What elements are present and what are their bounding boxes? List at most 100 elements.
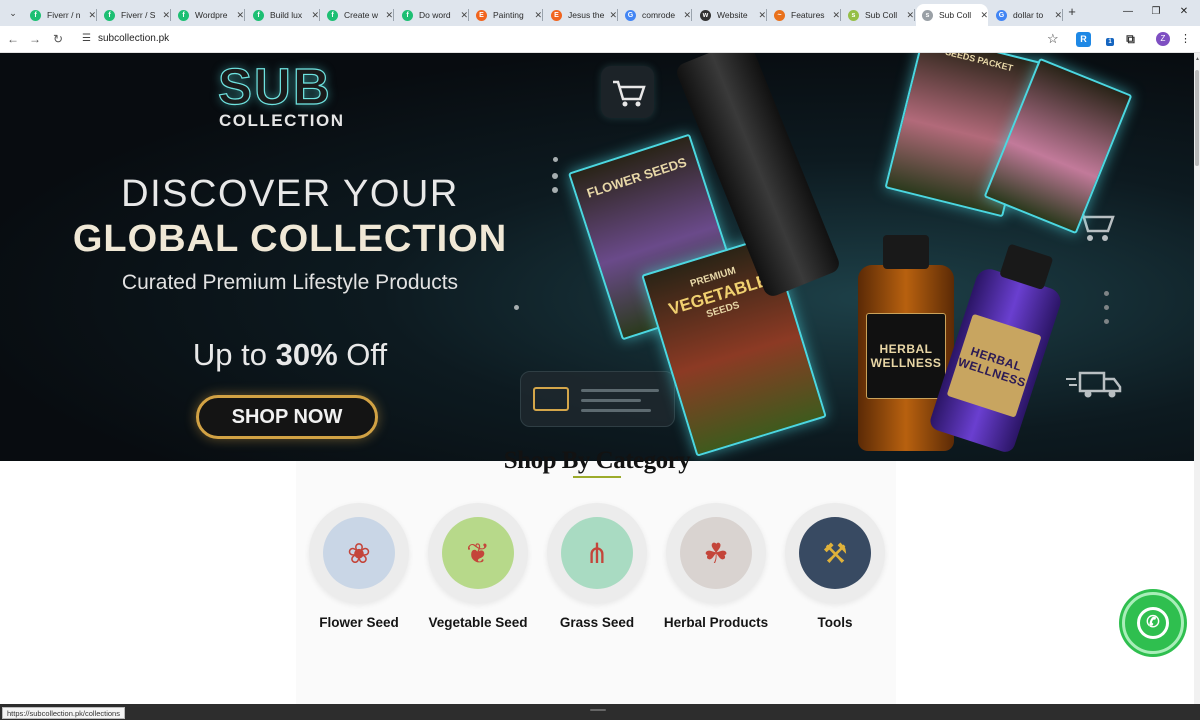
category-ring[interactable]: ❀: [309, 503, 409, 603]
logo-subtitle[interactable]: COLLECTION: [219, 111, 345, 131]
tools-icon[interactable]: ⚒: [799, 517, 871, 589]
tab-label: Create w: [344, 10, 379, 20]
tab-close-icon[interactable]: ✕: [758, 10, 766, 21]
forward-icon[interactable]: →: [26, 31, 44, 48]
tab-0[interactable]: f Fiverr / n ✕: [24, 4, 97, 26]
cart-icon: [601, 66, 654, 118]
tab-label: Sub Coll: [939, 10, 972, 20]
tab-favicon-icon: f: [327, 9, 338, 21]
category-flower-seed[interactable]: ❀ Flower Seed: [305, 503, 413, 630]
restore-icon[interactable]: ❐: [1146, 4, 1166, 20]
tab-close-icon[interactable]: ✕: [88, 10, 96, 21]
offer-prefix: Up to: [192, 337, 276, 372]
tab-8[interactable]: Gcomrode ✕: [619, 4, 692, 26]
scroll-thumb[interactable]: [1195, 70, 1199, 166]
category-ring[interactable]: ❦: [428, 503, 528, 603]
tab-2[interactable]: f Wordpre ✕: [172, 4, 245, 26]
decor-dot: [514, 305, 519, 310]
tab-close-icon[interactable]: ✕: [236, 10, 244, 21]
category-label[interactable]: Tools: [781, 615, 889, 630]
credit-card-icon: [520, 371, 675, 427]
tab-label: Website: [717, 10, 748, 20]
status-handle: [590, 709, 606, 711]
category-grass-seed[interactable]: ⋔ Grass Seed: [543, 503, 651, 630]
offer-suffix: Off: [337, 337, 388, 372]
status-bar: [0, 704, 1200, 720]
extensions-puzzle-icon[interactable]: ⧉: [1123, 32, 1138, 47]
tab-7[interactable]: E Jesus the ✕: [545, 4, 618, 26]
site-info-icon[interactable]: ☰: [82, 33, 91, 44]
category-ring[interactable]: ⚒: [785, 503, 885, 603]
tab-search-icon[interactable]: ⌄: [3, 3, 23, 23]
flower-icon[interactable]: ❀: [323, 517, 395, 589]
tab-favicon-icon: f: [104, 9, 115, 21]
category-label[interactable]: Flower Seed: [305, 615, 413, 630]
tab-close-icon[interactable]: ✕: [906, 10, 914, 21]
status-url: https://subcollection.pk/collections: [2, 707, 125, 719]
category-tools[interactable]: ⚒ Tools: [781, 503, 889, 630]
back-icon[interactable]: ←: [4, 31, 22, 48]
extension-badge-icon[interactable]: 1: [1100, 32, 1115, 47]
tab-favicon-icon: G: [625, 9, 636, 21]
tab-3[interactable]: f Build lux ✕: [247, 4, 320, 26]
logo-main[interactable]: SUB: [217, 57, 332, 116]
tab-close-icon[interactable]: ✕: [980, 10, 988, 21]
tab-close-icon[interactable]: ✕: [460, 10, 468, 21]
herbal-icon[interactable]: ☘: [680, 517, 752, 589]
category-title-underline: [573, 476, 621, 478]
offer-value: 30%: [275, 337, 338, 372]
tab-close-icon[interactable]: ✕: [832, 10, 840, 21]
tab-strip: ⌄ f Fiverr / n ✕ f Fiverr / S ✕ f Wordpre ✕ f Buil…: [0, 0, 1200, 26]
bookmark-star-icon[interactable]: ☆: [1047, 31, 1059, 47]
close-window-icon[interactable]: ✕: [1174, 4, 1194, 20]
tab-label: Do word: [419, 10, 451, 20]
tab-11[interactable]: s Sub Coll ✕: [842, 4, 915, 26]
profile-avatar[interactable]: Z: [1156, 32, 1170, 46]
tab-label: Fiverr / n: [47, 10, 81, 20]
category-label[interactable]: Vegetable Seed: [424, 615, 532, 630]
category-herbal-products[interactable]: ☘ Herbal Products: [662, 503, 770, 630]
tab-1[interactable]: f Fiverr / S ✕: [98, 4, 171, 26]
vegetable-icon[interactable]: ❦: [442, 517, 514, 589]
tab-close-icon[interactable]: ✕: [385, 10, 393, 21]
tab-close-icon[interactable]: ✕: [683, 10, 691, 21]
category-label[interactable]: Grass Seed: [543, 615, 651, 630]
scroll-up-icon[interactable]: ▲: [1195, 56, 1200, 62]
browser-menu-icon[interactable]: ⋮: [1180, 32, 1191, 45]
hero-banner[interactable]: SUB COLLECTION DISCOVER YOUR GLOBAL COLL…: [0, 53, 1194, 461]
category-vegetable-seed[interactable]: ❦ Vegetable Seed: [424, 503, 532, 630]
category-label[interactable]: Herbal Products: [662, 615, 770, 630]
tab-10[interactable]: ~ Features ✕: [768, 4, 841, 26]
category-ring[interactable]: ☘: [666, 503, 766, 603]
whatsapp-button[interactable]: ✆: [1122, 592, 1184, 654]
tab-label: Fiverr / S: [121, 10, 156, 20]
tab-close-icon[interactable]: ✕: [311, 10, 319, 21]
tab-close-icon[interactable]: ✕: [162, 10, 170, 21]
extension-r-icon[interactable]: R: [1076, 32, 1091, 47]
new-tab-icon[interactable]: +: [1064, 4, 1080, 20]
tab-favicon-icon: G: [996, 9, 1007, 21]
address-bar[interactable]: ☰ subcollection.pk ☆: [74, 29, 1068, 50]
category-ring[interactable]: ⋔: [547, 503, 647, 603]
tab-label: Build lux: [270, 10, 303, 20]
tab-6[interactable]: E Painting ✕: [470, 4, 543, 26]
tab-close-icon[interactable]: ✕: [534, 10, 542, 21]
reload-icon[interactable]: ↻: [49, 31, 67, 48]
tab-favicon-icon: E: [476, 9, 487, 21]
decor-dot: [552, 187, 558, 193]
tab-close-icon[interactable]: ✕: [609, 10, 617, 21]
tab-12[interactable]: s Sub Coll ✕: [916, 4, 988, 26]
tab-13[interactable]: Gdollar to ✕: [990, 4, 1063, 26]
shop-now-button[interactable]: SHOP NOW: [196, 395, 378, 439]
tab-5[interactable]: f Do word ✕: [396, 4, 469, 26]
minimize-icon[interactable]: —: [1118, 4, 1138, 20]
url-text[interactable]: subcollection.pk: [98, 33, 169, 44]
decor-dot: [553, 157, 558, 162]
grass-icon[interactable]: ⋔: [561, 517, 633, 589]
tab-9[interactable]: w Website ✕: [694, 4, 767, 26]
tab-label: Jesus the: [568, 10, 605, 20]
tab-favicon-icon: E: [551, 9, 562, 21]
category-title: Shop By Category: [503, 447, 691, 474]
tab-close-icon[interactable]: ✕: [1054, 10, 1062, 21]
tab-4[interactable]: f Create w ✕: [321, 4, 394, 26]
